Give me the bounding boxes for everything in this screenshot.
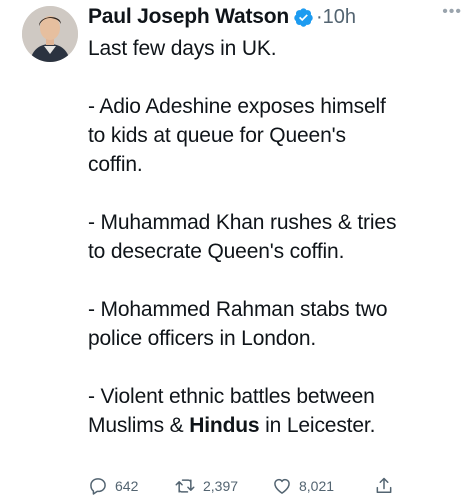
retweet-button[interactable]: 2,397: [174, 476, 238, 496]
heart-icon: [274, 478, 290, 494]
retweet-count: 2,397: [203, 478, 239, 494]
tweet-line: - Adio Adeshine exposes himself: [88, 95, 386, 118]
share-button[interactable]: [374, 476, 401, 496]
tweet-line: - Muhammad Khan rushes & tries: [88, 211, 397, 234]
separator-dot: ·: [316, 5, 323, 28]
tweet-text-segment: in Leicester.: [259, 414, 376, 437]
tweet-text: Last few days in UK. - Adio Adeshine exp…: [88, 34, 458, 440]
reply-count: 642: [115, 478, 139, 494]
avatar-image: [22, 6, 78, 62]
action-bar: 642 2,397 8,021: [88, 476, 428, 498]
reply-icon: [90, 478, 106, 495]
tweet-line: Last few days in UK.: [88, 37, 277, 60]
tweet-line-last: Muslims & Hindus in Leicester.: [88, 411, 458, 440]
tweet-line: - Mohammed Rahman stabs two: [88, 298, 388, 321]
verified-badge-icon: [294, 7, 313, 27]
tweet-line: - Violent ethnic battles between: [88, 385, 375, 408]
reply-button[interactable]: 642: [88, 476, 138, 496]
avatar[interactable]: [22, 6, 78, 62]
tweet-text-bold: Hindus: [189, 414, 260, 437]
share-icon: [376, 477, 392, 493]
tweet-line: police officers in London.: [88, 327, 317, 350]
tweet-line: to kids at queue for Queen's: [88, 124, 346, 147]
like-button[interactable]: 8,021: [272, 476, 334, 496]
timestamp[interactable]: 10h: [323, 6, 356, 29]
tweet-line: coffin.: [88, 153, 143, 176]
retweet-icon: [175, 479, 195, 493]
tweet-header: Paul Joseph Watson · 10h: [88, 2, 462, 32]
author-name[interactable]: Paul Joseph Watson: [88, 5, 289, 29]
tweet-text-segment: Muslims &: [88, 414, 190, 437]
tweet-line: to desecrate Queen's coffin.: [88, 240, 345, 263]
like-count: 8,021: [299, 478, 335, 494]
more-icon[interactable]: •••: [442, 4, 462, 20]
